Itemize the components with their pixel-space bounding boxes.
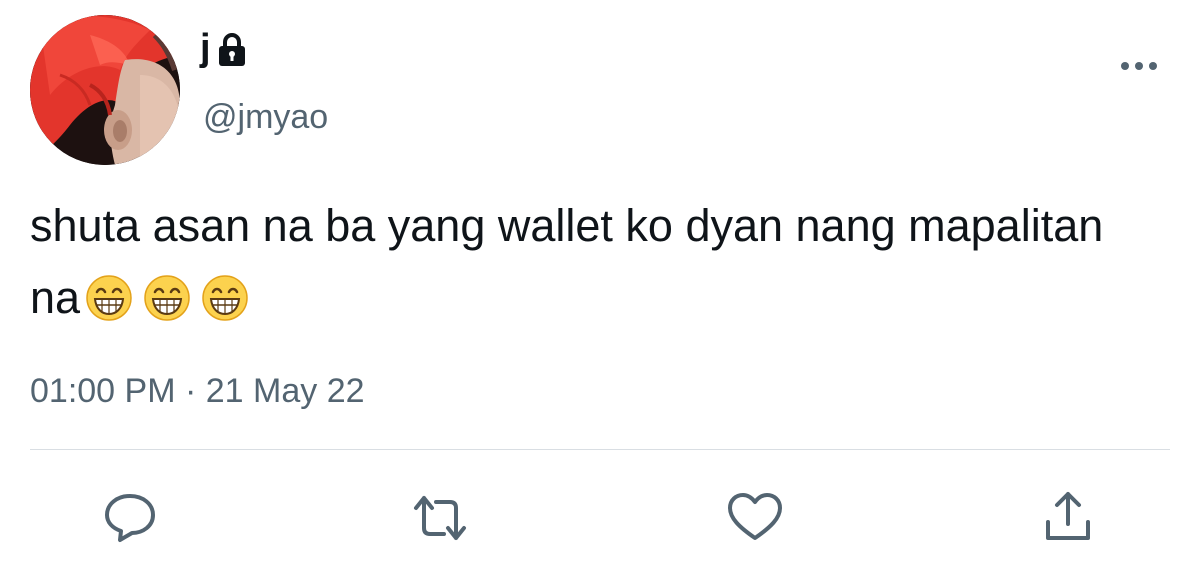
tweet-card: j @jmyao shuta asan na ba yang wallet ko… [0,0,1200,585]
user-name-row: j [200,28,247,68]
user-handle[interactable]: @jmyao [203,98,328,137]
tweet-date: 21 May 22 [205,372,365,410]
divider [30,449,1170,450]
share-button[interactable] [1038,490,1098,546]
tweet-timestamp[interactable]: 01:00 PM · 21 May 22 [30,372,365,411]
emoji-group [86,275,248,321]
reply-bubble-icon [105,494,155,542]
reply-button[interactable] [100,490,160,546]
lock-icon [217,32,247,68]
timestamp-separator: · [175,372,206,410]
retweet-button[interactable] [410,490,470,546]
avatar-image [30,15,180,165]
heart-icon [728,493,782,540]
tweet-time: 01:00 PM [30,372,176,410]
share-upload-icon [1046,492,1090,540]
grinning-face-emoji-icon [202,275,248,321]
display-name[interactable]: j [200,29,211,67]
retweet-icon [414,496,466,540]
grinning-face-emoji-icon [144,275,190,321]
like-button[interactable] [725,490,785,546]
grinning-face-emoji-icon [86,275,132,321]
tweet-text: shuta asan na ba yang wallet ko dyan nan… [30,190,1130,334]
more-options-icon[interactable] [1118,56,1160,76]
avatar[interactable] [30,15,180,165]
